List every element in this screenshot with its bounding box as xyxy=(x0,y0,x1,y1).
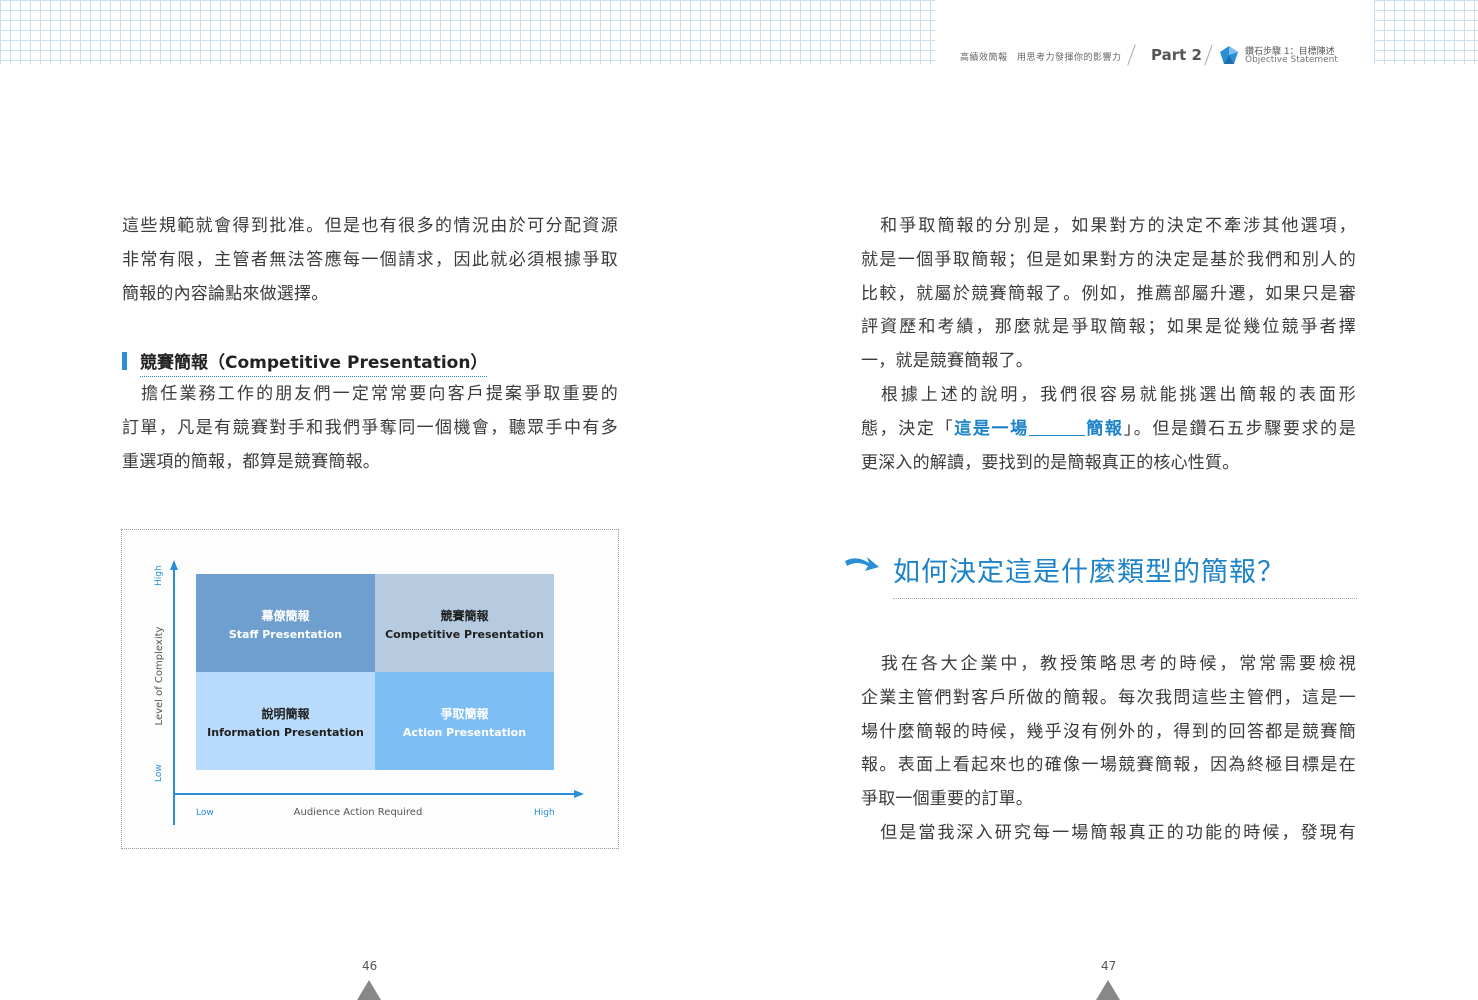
matrix-cell-label-en: Competitive Presentation xyxy=(385,628,544,641)
page-marker-triangle xyxy=(357,980,381,1000)
page-number-right: 47 xyxy=(1101,959,1117,973)
header-divider xyxy=(1127,44,1136,66)
header-book-title: 高績效簡報 用思考力發揮你的影響力 xyxy=(960,53,1122,63)
matrix-cell-label-en: Staff Presentation xyxy=(229,628,342,641)
heading-divider xyxy=(893,598,1357,599)
text-line: 更深入的解讀，要找到的是簡報真正的核心性質。 xyxy=(861,452,1240,473)
x-tick-low: Low xyxy=(196,808,214,818)
matrix-cell-label-zh: 幕僚簡報 xyxy=(260,608,310,623)
matrix-cell-top-right xyxy=(375,574,554,672)
page-marker-triangle xyxy=(1096,980,1120,1000)
y-axis-label: Level of Complexity xyxy=(154,626,165,725)
x-axis-label: Audience Action Required xyxy=(294,807,423,818)
text-line: 這些規範就會得到批准。但是也有很多的情況由於可分配資源 xyxy=(122,216,618,236)
matrix-cell-label-zh: 競賽簡報 xyxy=(440,608,489,623)
text-line: 比較，就屬於競賽簡報了。例如，推薦部屬升遷，如果只是審 xyxy=(861,283,1356,304)
text-line: 爭取一個重要的訂單。 xyxy=(861,789,1033,810)
text-line: 根據上述的說明，我們很容易就能挑選出簡報的表面形 xyxy=(861,384,1356,405)
right-paragraph-2: 我在各大企業中，教授策略思考的時候，常常需要檢視 企業主管們對客戶所做的簡報。每… xyxy=(861,648,1356,851)
chart-canvas: 幕僚簡報 Staff Presentation 競賽簡報 Competitive Pr… xyxy=(154,560,584,825)
text-fragment: 態，決定「 xyxy=(861,418,955,439)
header-part: Part 2 xyxy=(1151,46,1202,64)
presentation-matrix-chart: 幕僚簡報 Staff Presentation 競賽簡報 Competitive Pr… xyxy=(121,529,619,849)
text-line: 擔任業務工作的朋友們一定常常要向客戶提案爭取重要的 xyxy=(122,384,618,404)
y-tick-low: Low xyxy=(154,764,164,782)
section-heading: 競賽簡報（Competitive Presentation） xyxy=(140,348,488,377)
left-paragraph-2: 擔任業務工作的朋友們一定常常要向客戶提案爭取重要的 訂單，凡是有競賽對手和我們爭… xyxy=(122,378,618,479)
text-line: 我在各大企業中，教授策略思考的時候，常常需要檢視 xyxy=(861,654,1356,674)
curved-arrow-icon xyxy=(845,557,879,571)
page-number-left: 46 xyxy=(362,959,378,973)
text-line: 報。表面上看起來也的確像一場競賽簡報，因為終極目標是在 xyxy=(861,755,1356,776)
y-tick-high: High xyxy=(154,565,164,586)
text-line: 訂單，凡是有競賽對手和我們爭奪同一個機會，聽眾手中有多 xyxy=(122,417,618,438)
section-heading-right: 如何決定這是什麼類型的簡報？ xyxy=(893,557,1285,588)
header-step-en: Objective Statement xyxy=(1245,55,1338,65)
highlight-text: 簡報 xyxy=(1084,418,1124,439)
text-line: 但是當我深入研究每一場簡報真正的功能的時候，發現有 xyxy=(861,822,1356,843)
text-line: 簡報的內容論點來做選擇。 xyxy=(122,283,329,304)
matrix-cell-label-zh: 說明簡報 xyxy=(261,706,310,721)
text-line: 態，決定「這是一場 簡報」。但是鑽石五步驟要求的是 xyxy=(861,413,1356,447)
x-axis-arrow xyxy=(574,790,584,798)
text-line: 企業主管們對客戶所做的簡報。每次我問這些主管們，這是一 xyxy=(861,687,1356,708)
header-divider xyxy=(1204,44,1213,66)
matrix-cell-label-en: Information Presentation xyxy=(207,726,364,739)
text-line: 重選項的簡報，都算是競賽簡報。 xyxy=(122,451,380,472)
matrix-cell-label-en: Action Presentation xyxy=(403,726,526,739)
text-fragment: 」。但是鑽石五步驟要求的是 xyxy=(1123,418,1356,439)
fill-in-blank xyxy=(1028,419,1085,436)
highlight-text: 這是一場 xyxy=(954,418,1029,439)
section-marker xyxy=(122,352,127,370)
text-line: 和爭取簡報的分別是，如果對方的決定不牽涉其他選項， xyxy=(861,216,1356,236)
y-axis-arrow xyxy=(170,560,178,570)
matrix-cell-label-zh: 爭取簡報 xyxy=(440,706,489,721)
x-tick-high: High xyxy=(534,808,555,818)
text-line: 一，就是競賽簡報了。 xyxy=(861,351,1033,372)
matrix-cell-top-left xyxy=(196,574,375,672)
text-line: 場什麼簡報的時候，幾乎沒有例外的，得到的回答都是競賽簡 xyxy=(861,721,1356,742)
matrix-cell-bottom-left xyxy=(196,672,375,770)
text-line: 評資歷和考績，那麼就是爭取簡報；如果是從幾位競爭者擇 xyxy=(861,317,1356,338)
header-grid-pattern-right xyxy=(1374,0,1478,64)
header-grid-pattern-left xyxy=(0,0,935,64)
matrix-cell-bottom-right xyxy=(375,672,554,770)
left-paragraph-1: 這些規範就會得到批准。但是也有很多的情況由於可分配資源 非常有限，主管者無法答應… xyxy=(122,210,618,311)
text-line: 非常有限，主管者無法答應每一個請求，因此就必須根據爭取 xyxy=(122,249,618,270)
right-paragraph-1: 和爭取簡報的分別是，如果對方的決定不牽涉其他選項， 就是一個爭取簡報；但是如果對… xyxy=(861,210,1356,480)
text-line: 就是一個爭取簡報；但是如果對方的決定是基於我們和別人的 xyxy=(861,249,1356,270)
diamond-icon xyxy=(1220,46,1238,64)
